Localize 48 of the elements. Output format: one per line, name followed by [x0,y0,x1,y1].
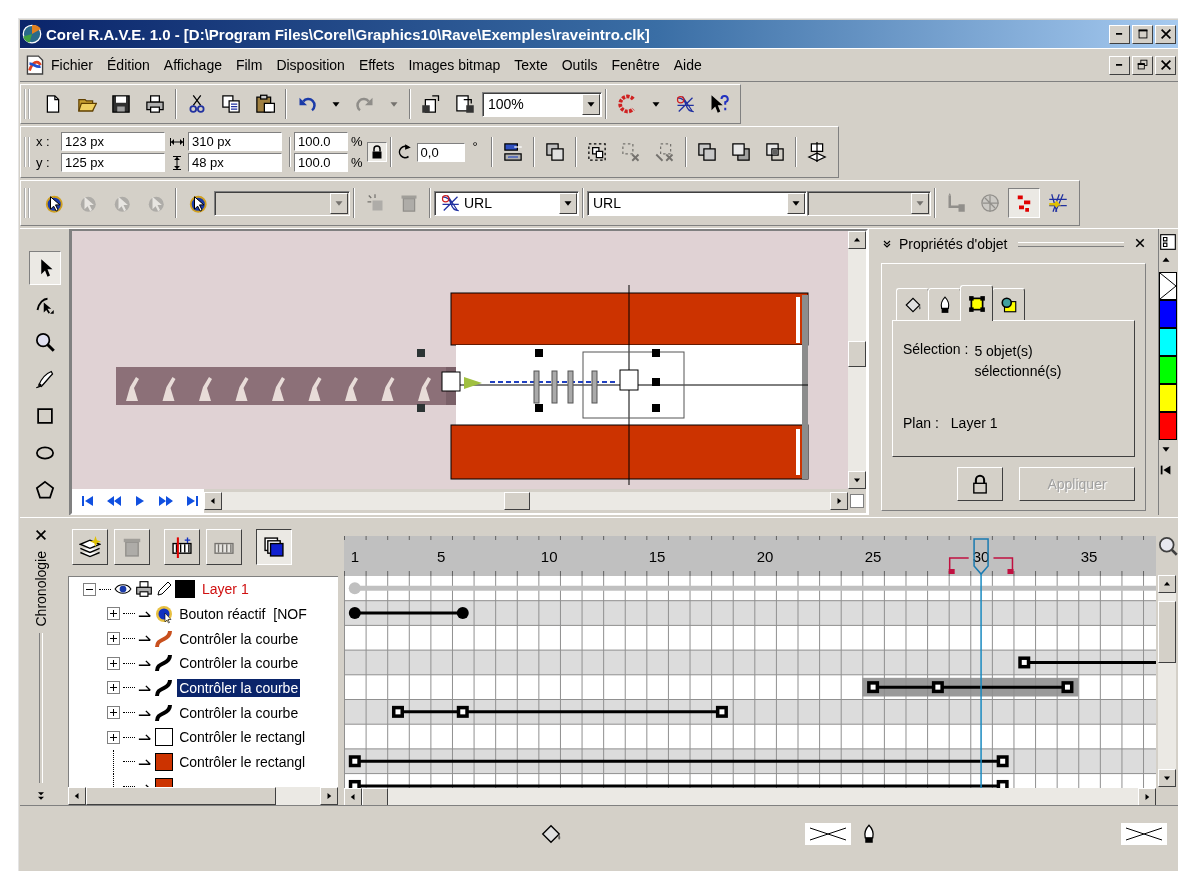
ruler-label: 20 [756,548,774,565]
menu-item[interactable]: Film [230,55,268,75]
tree-item[interactable]: Contrôler la courbe [177,678,301,697]
ruler-label: 35 [1080,548,1098,565]
tree-item[interactable]: Contrôler le rectangl [177,728,308,747]
dropdown-field[interactable]: URL [587,190,807,216]
layer-name: Layer 1 [950,415,998,431]
menu-item[interactable]: Fenêtre [606,55,665,75]
menu-item[interactable]: Fichier [46,55,98,75]
ruler-label: 5 [437,548,446,565]
layer-name[interactable]: Layer 1 [198,580,253,599]
ruler-label: 25 [864,548,882,565]
unit-label: ° [472,138,478,154]
window-title: Corel R.A.V.E. 1.0 - [D:\Program Files\Corel\Graphics10\Rave\Exemples\raveintro.clk] [46,25,651,43]
menu-item[interactable]: Affichage [158,55,227,75]
menu-item[interactable]: Aide [668,55,707,75]
scale-field[interactable]: 100.0 [294,153,348,172]
tree-item[interactable]: Bouton réactif [NOF [177,604,309,623]
menu-item[interactable]: Disposition [271,55,350,75]
rotation-field[interactable]: 0,0 [416,142,465,162]
ruler-label: 15 [648,548,666,565]
scale-field[interactable]: 100.0 [294,132,348,151]
menu-item[interactable]: Images bitmap [403,55,506,75]
unit-label: % [351,134,363,149]
tree-item[interactable]: Contrôler le rectangl [177,752,308,771]
field-label: Sélection : [903,341,969,357]
tree-item[interactable]: Contrôler la courbe [177,654,301,673]
field-label: x : [36,134,51,149]
selection-count: 5 objet(s) sélectionné(s) [974,342,1063,381]
panel-title: Chronologie [33,551,49,627]
docker-title: Propriétés d'objet [899,236,1008,252]
field-label: Plan : [903,415,939,431]
height-field[interactable]: 48 px [188,153,282,172]
tree-item[interactable]: Contrôler la courbe [177,703,301,722]
dropdown-field[interactable]: URL [434,190,579,216]
menu-item[interactable]: Outils [556,55,603,75]
dropdown-field[interactable]: 100% [482,91,602,117]
tree-item[interactable]: Contrôler la courbe [177,629,301,648]
ruler-label: 1 [350,548,359,565]
menu-item[interactable]: Effets [353,55,400,75]
x-field[interactable]: 123 px [61,132,165,151]
y-field[interactable]: 125 px [61,153,165,172]
ruler-label: 10 [540,548,558,565]
menu-item[interactable]: Édition [102,55,155,75]
unit-label: % [351,155,363,170]
menu-item[interactable]: Texte [509,55,553,75]
width-field[interactable]: 310 px [188,132,282,151]
field-label: y : [36,155,51,170]
